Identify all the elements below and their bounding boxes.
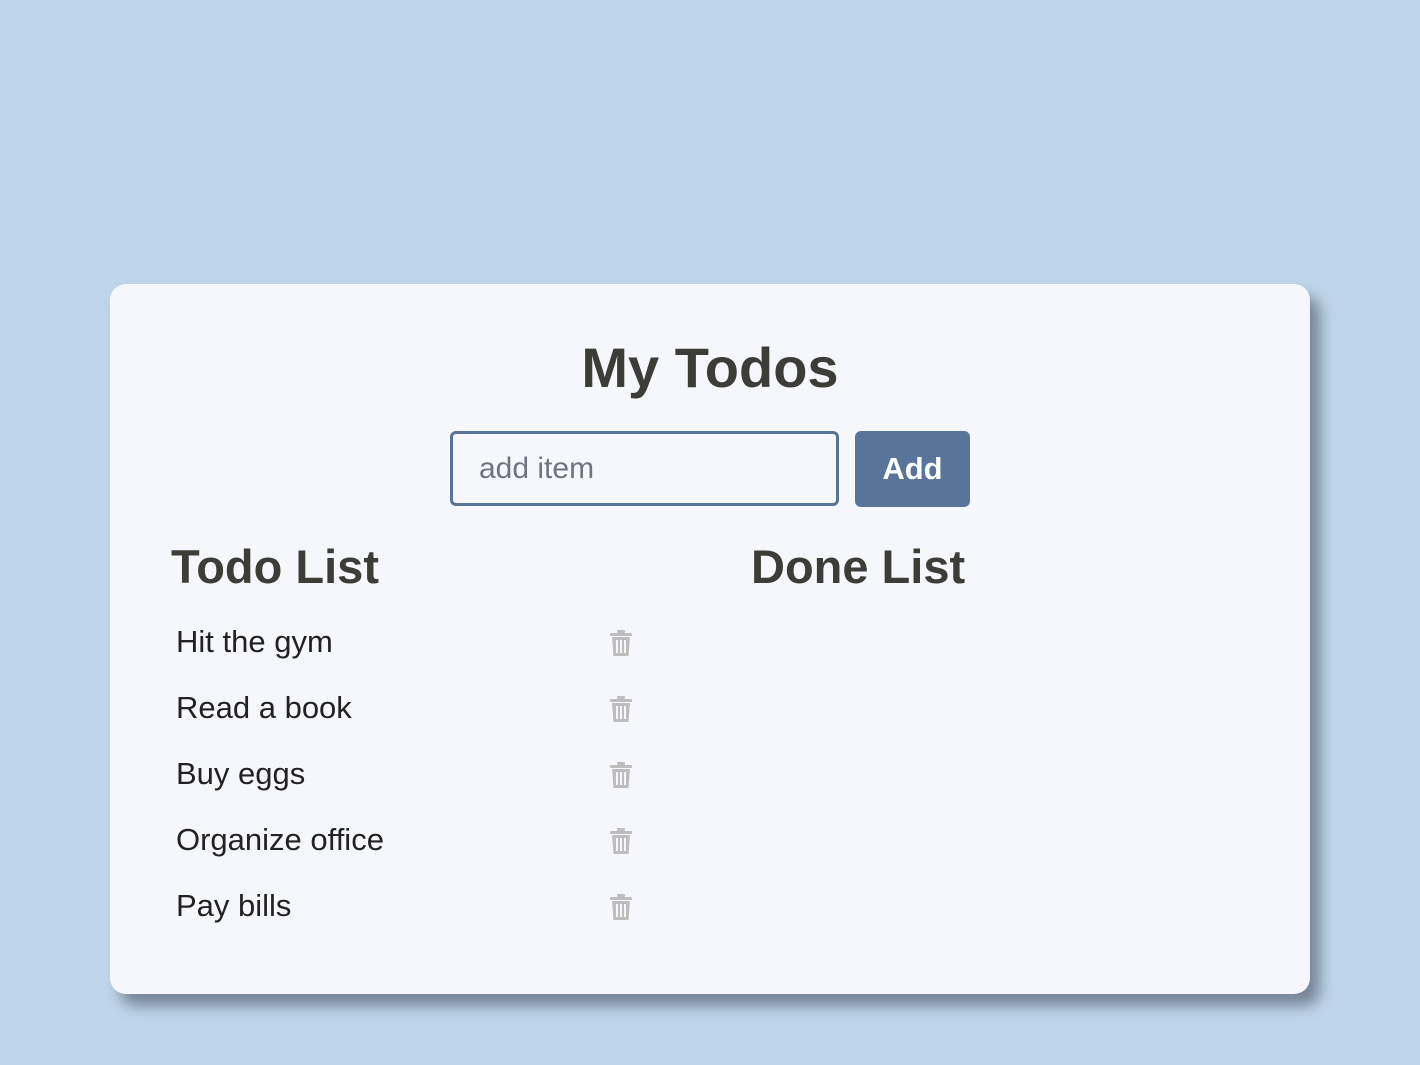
todo-item-label[interactable]: Buy eggs: [176, 741, 305, 807]
trash-icon[interactable]: [606, 694, 636, 724]
done-list-heading: Done List: [751, 540, 966, 593]
add-item-input[interactable]: [450, 431, 839, 506]
todo-item-label[interactable]: Hit the gym: [176, 609, 333, 675]
todo-item[interactable]: Pay bills: [176, 873, 646, 939]
todo-card: My Todos Add Todo List Done List Hit the…: [110, 284, 1310, 994]
todo-item[interactable]: Hit the gym: [176, 609, 646, 675]
todo-item-label[interactable]: Pay bills: [176, 873, 291, 939]
trash-icon[interactable]: [606, 826, 636, 856]
todo-item-label[interactable]: Read a book: [176, 675, 352, 741]
trash-icon[interactable]: [606, 892, 636, 922]
todo-list-heading: Todo List: [171, 540, 379, 593]
page-title: My Todos: [581, 336, 839, 399]
todo-list: Hit the gym Read a book Buy eggs Organiz…: [176, 609, 646, 939]
todo-item[interactable]: Buy eggs: [176, 741, 646, 807]
todo-item-label[interactable]: Organize office: [176, 807, 384, 873]
trash-icon[interactable]: [606, 628, 636, 658]
todo-item[interactable]: Read a book: [176, 675, 646, 741]
todo-item[interactable]: Organize office: [176, 807, 646, 873]
trash-icon[interactable]: [606, 760, 636, 790]
add-button[interactable]: Add: [855, 431, 970, 507]
